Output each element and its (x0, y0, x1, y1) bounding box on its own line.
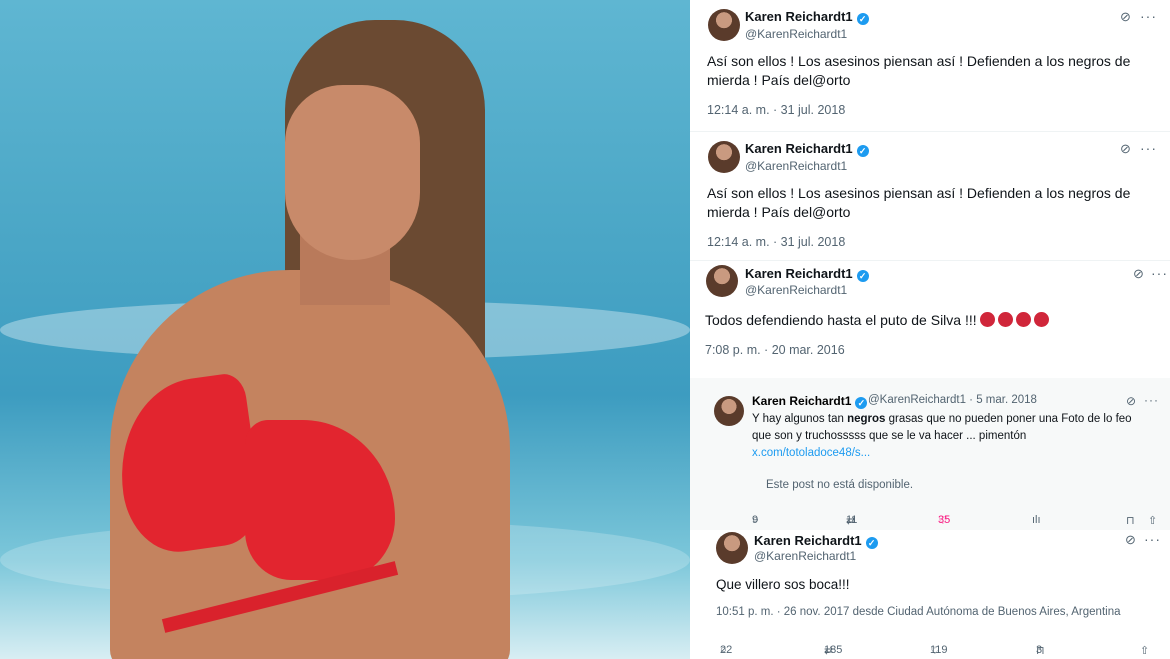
retweet-button[interactable]: ⇄ 135 (824, 644, 842, 657)
tweet-timestamp[interactable]: 7:08 p. m. · 20 mar. 2016 (705, 343, 845, 357)
tweet-timestamp[interactable]: 10:51 p. m. · 26 nov. 2017 desde Ciudad … (716, 606, 1120, 618)
author-handle-date[interactable]: @KarenReichardt1 · 5 mar. 2018 (868, 394, 1037, 406)
author-name[interactable]: Karen Reichardt1 ✓ (745, 141, 869, 157)
reply-icon: ○ (752, 514, 759, 526)
tweet-4-actions: ○ 9 ⇄ 11 ♡ 35 ılı ⊓ ⇧ (690, 514, 1170, 528)
angry-face-emoji-icon (997, 312, 1013, 327)
like-button[interactable]: ♡ 119 (930, 644, 948, 657)
tweet-text: Así son ellos ! Los asesinos piensan así… (707, 52, 1130, 90)
retweet-icon: ⇄ (846, 515, 856, 527)
text-segment: Y hay algunos tan (752, 413, 848, 425)
tweet-text: Que villero sos boca!!! (716, 577, 850, 592)
unavailable-post-notice: Este post no está disponible. (766, 479, 914, 491)
share-icon: ⇧ (1148, 515, 1158, 527)
grok-icon[interactable]: ⊘ (1120, 9, 1131, 25)
views-icon: ılı (1032, 514, 1041, 526)
more-options-icon[interactable]: ··· (1140, 8, 1157, 24)
angry-face-emoji-icon (1015, 312, 1031, 327)
tweet-text-line: Y hay algunos tan negros grasas que no p… (752, 411, 1132, 428)
author-name[interactable]: Karen Reichardt1 ✓ (752, 394, 868, 409)
tweet-link[interactable]: x.com/totoladoce48/s... (752, 445, 1132, 462)
tweets-collage: Karen Reichardt1 ✓ @KarenReichardt1 ⊘ ···… (690, 0, 1170, 659)
tweet-text-line: que son y truchosssss que se le va hacer… (752, 430, 1027, 442)
face-shape (285, 85, 420, 260)
text-segment: grasas que no pueden poner una Foto de l… (885, 413, 1132, 425)
author-handle[interactable]: @KarenReichardt1 (754, 549, 856, 563)
more-options-icon[interactable]: ··· (1144, 531, 1161, 547)
tweet-2: Karen Reichardt1 ✓ @KarenReichardt1 ⊘ ···… (690, 132, 1170, 260)
grok-icon[interactable]: ⊘ (1120, 141, 1131, 157)
woman-beach-photo (0, 0, 690, 659)
author-name[interactable]: Karen Reichardt1 ✓ (745, 9, 869, 25)
bookmark-icon: ⊓ (1036, 645, 1045, 657)
share-icon: ⇧ (1140, 645, 1150, 657)
author-handle[interactable]: @KarenReichardt1 (745, 159, 847, 173)
verified-badge-icon: ✓ (855, 397, 868, 409)
text-bold-segment: negros (847, 413, 886, 425)
retweet-icon: ⇄ (824, 645, 834, 657)
tweet-1: Karen Reichardt1 ✓ @KarenReichardt1 ⊘ ···… (690, 0, 1170, 130)
more-options-icon[interactable]: ··· (1151, 265, 1168, 281)
bookmark-icon: ⊓ (1126, 515, 1135, 527)
like-icon-active: ♡ (938, 515, 948, 527)
tweet-text-line: Así son ellos ! Los asesinos piensan así… (707, 185, 1131, 201)
verified-badge-icon: ✓ (856, 13, 869, 25)
retweet-button[interactable]: ⇄ 11 (846, 514, 857, 527)
tweet-text-line: Así son ellos ! Los asesinos piensan así… (707, 53, 1131, 69)
grok-icon[interactable]: ⊘ (1125, 532, 1136, 548)
tweet-4: Karen Reichardt1 ✓ @KarenReichardt1 · 5 m… (690, 378, 1170, 530)
author-name[interactable]: Karen Reichardt1 ✓ (745, 266, 869, 282)
reply-button[interactable]: ○ 9 (752, 514, 759, 526)
verified-badge-icon: ✓ (856, 145, 869, 157)
more-options-icon[interactable]: ··· (1144, 393, 1159, 407)
angry-face-emoji-icon (979, 312, 995, 327)
tweet-text-line: mierda ! País del@orto (707, 72, 851, 88)
tweet-3: Karen Reichardt1 ✓ @KarenReichardt1 ⊘ ···… (690, 261, 1170, 378)
grok-icon[interactable]: ⊘ (1133, 266, 1144, 282)
author-handle[interactable]: @KarenReichardt1 (745, 27, 847, 41)
bookmark-button[interactable]: ⊓ 3 (1036, 644, 1045, 657)
tweet-text: Así son ellos ! Los asesinos piensan así… (707, 184, 1130, 222)
avatar[interactable] (708, 9, 740, 41)
tweet-text-content: Todos defendiendo hasta el puto de Silva… (705, 312, 977, 328)
angry-face-emoji-icon (1033, 312, 1049, 327)
grok-icon[interactable]: ⊘ (1126, 394, 1136, 408)
avatar[interactable] (706, 265, 738, 297)
tweet-5: Karen Reichardt1 ✓ @KarenReichardt1 ⊘ ···… (690, 530, 1170, 659)
author-name[interactable]: Karen Reichardt1 ✓ (754, 533, 878, 549)
tweet-text: Todos defendiendo hasta el puto de Silva… (705, 311, 1049, 330)
reply-icon: ○ (720, 644, 727, 656)
avatar[interactable] (716, 532, 748, 564)
verified-badge-icon: ✓ (856, 270, 869, 282)
tweet-text-line: mierda ! País del@orto (707, 204, 851, 220)
verified-badge-icon: ✓ (865, 537, 878, 549)
like-icon: ♡ (930, 645, 940, 657)
tweet-text: Y hay algunos tan negros grasas que no p… (752, 411, 1132, 462)
more-options-icon[interactable]: ··· (1140, 140, 1157, 156)
tweet-timestamp[interactable]: 12:14 a. m. · 31 jul. 2018 (707, 235, 845, 249)
avatar[interactable] (708, 141, 740, 173)
tweet-timestamp[interactable]: 12:14 a. m. · 31 jul. 2018 (707, 103, 845, 117)
tweet-5-actions: ○ 22 ⇄ 135 ♡ 119 ⊓ 3 ⇧ (690, 644, 1170, 658)
reply-button[interactable]: ○ 22 (720, 644, 732, 656)
author-handle[interactable]: @KarenReichardt1 (745, 283, 847, 297)
avatar[interactable] (714, 396, 744, 426)
like-button[interactable]: ♡ 35 (938, 514, 950, 527)
